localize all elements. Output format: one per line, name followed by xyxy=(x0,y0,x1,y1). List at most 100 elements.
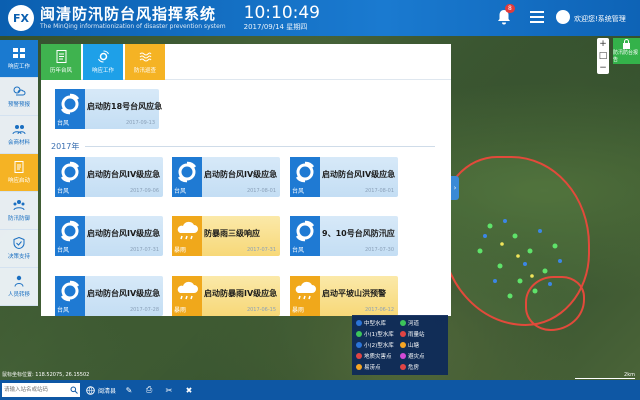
response-card[interactable]: 台风 启动防台风IV级应急 2017-08-01 xyxy=(172,157,280,197)
card-title: 启动防台风IV级应急 xyxy=(204,170,278,179)
card-icon-box: 暴雨 xyxy=(290,276,320,316)
response-card[interactable]: 台风 启动防台风IV级应急 2017-08-01 xyxy=(290,157,398,197)
response-card[interactable]: 台风 9、10号台风防汛应 2017-07-30 xyxy=(290,216,398,256)
lock-icon xyxy=(623,39,630,49)
card-date: 2017-07-30 xyxy=(364,247,394,253)
tools-tool[interactable]: ✖ xyxy=(182,383,196,397)
legend-swatch xyxy=(400,341,406,348)
legend-swatch xyxy=(400,352,406,359)
tab-response-work[interactable]: 响应工作 xyxy=(83,44,123,80)
avatar[interactable] xyxy=(556,10,570,24)
year-divider: 2017年 xyxy=(51,142,80,151)
document-icon xyxy=(56,50,66,63)
card-title: 启动防台风IV级应急 xyxy=(87,289,161,298)
nav-item-transfer[interactable]: 人员转移 xyxy=(0,268,38,306)
legend-item: 中型水库 xyxy=(356,319,400,327)
printer-icon: ⎙ xyxy=(145,385,153,394)
clock-date: 2017/09/14 星期四 xyxy=(243,23,308,31)
location-selector[interactable]: 闽清县 xyxy=(86,385,117,395)
card-icon-box: 台风 xyxy=(55,157,85,197)
mouse-coords: 鼠标坐标位置: 118.52075, 26.15502 xyxy=(2,372,90,378)
legend-label: 河道 xyxy=(408,320,420,327)
legend-item: 山塘 xyxy=(400,341,444,349)
station-search-input[interactable] xyxy=(2,383,68,397)
collapse-handle[interactable]: › xyxy=(451,176,459,200)
typhoon-icon-box: 台风 xyxy=(55,89,85,129)
nav-item-start[interactable]: 响应启动 xyxy=(0,154,38,192)
featured-card[interactable]: 台风 启动防18号台风应急 2017-09-13 xyxy=(55,89,163,129)
card-category: 台风 xyxy=(292,188,305,195)
card-date: 2017-07-31 xyxy=(246,247,276,253)
search-icon xyxy=(70,386,78,394)
wave-icon xyxy=(139,52,151,62)
card-title: 防暴雨三级响应 xyxy=(204,229,260,238)
card-title: 启动平坡山洪预警 xyxy=(322,289,386,298)
card-category: 台风 xyxy=(57,247,70,254)
welcome-text: 欢迎您!系统管理 xyxy=(574,15,626,23)
card-category: 台风 xyxy=(57,188,70,195)
legend-swatch xyxy=(356,352,362,359)
card-title: 9、10号台风防汛应 xyxy=(322,229,395,238)
response-card[interactable]: 台风 启动防台风IV级应急 2017-09-06 xyxy=(55,157,163,197)
notification-badge: 8 xyxy=(505,4,515,13)
team-icon xyxy=(13,200,25,211)
report-button[interactable]: 防汛防台报告 xyxy=(613,38,640,64)
search-button[interactable] xyxy=(68,383,80,397)
response-card[interactable]: 台风 启动防台风IV级应急 2017-07-31 xyxy=(55,216,163,256)
response-panel: 台风 启动防18号台风应急 2017-09-13 2017年 台风 启动防台风IV… xyxy=(41,44,451,316)
card-title: 启动防台风IV级应急 xyxy=(87,229,161,238)
typhoon-icon xyxy=(177,161,197,183)
legend-item: 雨量站 xyxy=(400,330,444,338)
card-date: 2017-07-28 xyxy=(129,307,159,313)
zoom-control[interactable]: + □ − xyxy=(597,38,609,74)
legend-swatch xyxy=(400,319,406,326)
card-title: 启动防台风IV级应急 xyxy=(322,170,396,179)
document-icon xyxy=(14,161,24,173)
card-date: 2017-06-12 xyxy=(364,307,394,313)
nav-item-defense[interactable]: 防汛防御 xyxy=(0,192,38,230)
rain-icon xyxy=(177,221,198,240)
card-category: 台风 xyxy=(174,188,187,195)
nav-item-consult[interactable]: 会商材料 xyxy=(0,116,38,154)
divider-line xyxy=(85,146,435,147)
card-category: 台风 xyxy=(57,120,70,127)
card-icon-box: 暴雨 xyxy=(172,276,202,316)
tab-patrol[interactable]: 防汛巡查 xyxy=(125,44,165,80)
legend-label: 避灾点 xyxy=(408,353,425,360)
response-card[interactable]: 暴雨 防暴雨三级响应 2017-07-31 xyxy=(172,216,280,256)
legend-label: 小(1)型水库 xyxy=(364,331,394,338)
card-category: 暴雨 xyxy=(174,247,187,254)
scissors-icon: ✂ xyxy=(165,385,173,395)
clear-tool[interactable]: ✂ xyxy=(162,383,176,397)
zoom-out-icon[interactable]: − xyxy=(597,62,609,74)
app-title: 闽清防汛防台风指挥系统 xyxy=(40,5,217,23)
rain-icon xyxy=(177,281,198,300)
fullscreen-icon[interactable]: □ xyxy=(597,50,609,62)
zoom-in-icon[interactable]: + xyxy=(597,38,609,50)
nav-item-forecast[interactable]: 预警预报 xyxy=(0,78,38,116)
nav-item-decision[interactable]: 决策支持 xyxy=(0,230,38,268)
menu-icon[interactable] xyxy=(530,11,544,23)
response-card[interactable]: 暴雨 启动防暴雨IV级应急 2017-06-15 xyxy=(172,276,280,316)
card-date: 2017-08-01 xyxy=(364,188,394,194)
nav-label: 人员转移 xyxy=(7,292,30,298)
response-card[interactable]: 暴雨 启动平坡山洪预警 2017-06-12 xyxy=(290,276,398,316)
print-tool[interactable]: ⎙ xyxy=(142,383,156,397)
shield-icon xyxy=(13,237,25,249)
card-title: 启动防18号台风应急 xyxy=(87,102,163,111)
legend-label: 危房 xyxy=(408,364,420,371)
legend-label: 山塘 xyxy=(408,342,420,349)
tab-history-typhoon[interactable]: 历年台风 xyxy=(41,44,81,80)
scale-bar: 2km xyxy=(575,372,635,379)
nav-item-response[interactable]: 响应工作 xyxy=(0,40,38,78)
typhoon-icon xyxy=(60,220,80,242)
legend-item: 地质灾害点 xyxy=(356,352,400,360)
wrench-icon: ✖ xyxy=(185,385,193,395)
legend-swatch xyxy=(356,319,362,326)
response-card[interactable]: 台风 启动防台风IV级应急 2017-07-28 xyxy=(55,276,163,316)
measure-tool[interactable]: ✎ xyxy=(122,383,136,397)
location-label: 闽清县 xyxy=(98,387,117,395)
legend-swatch xyxy=(356,341,362,348)
person-icon xyxy=(14,275,24,287)
legend-label: 中型水库 xyxy=(364,320,387,327)
